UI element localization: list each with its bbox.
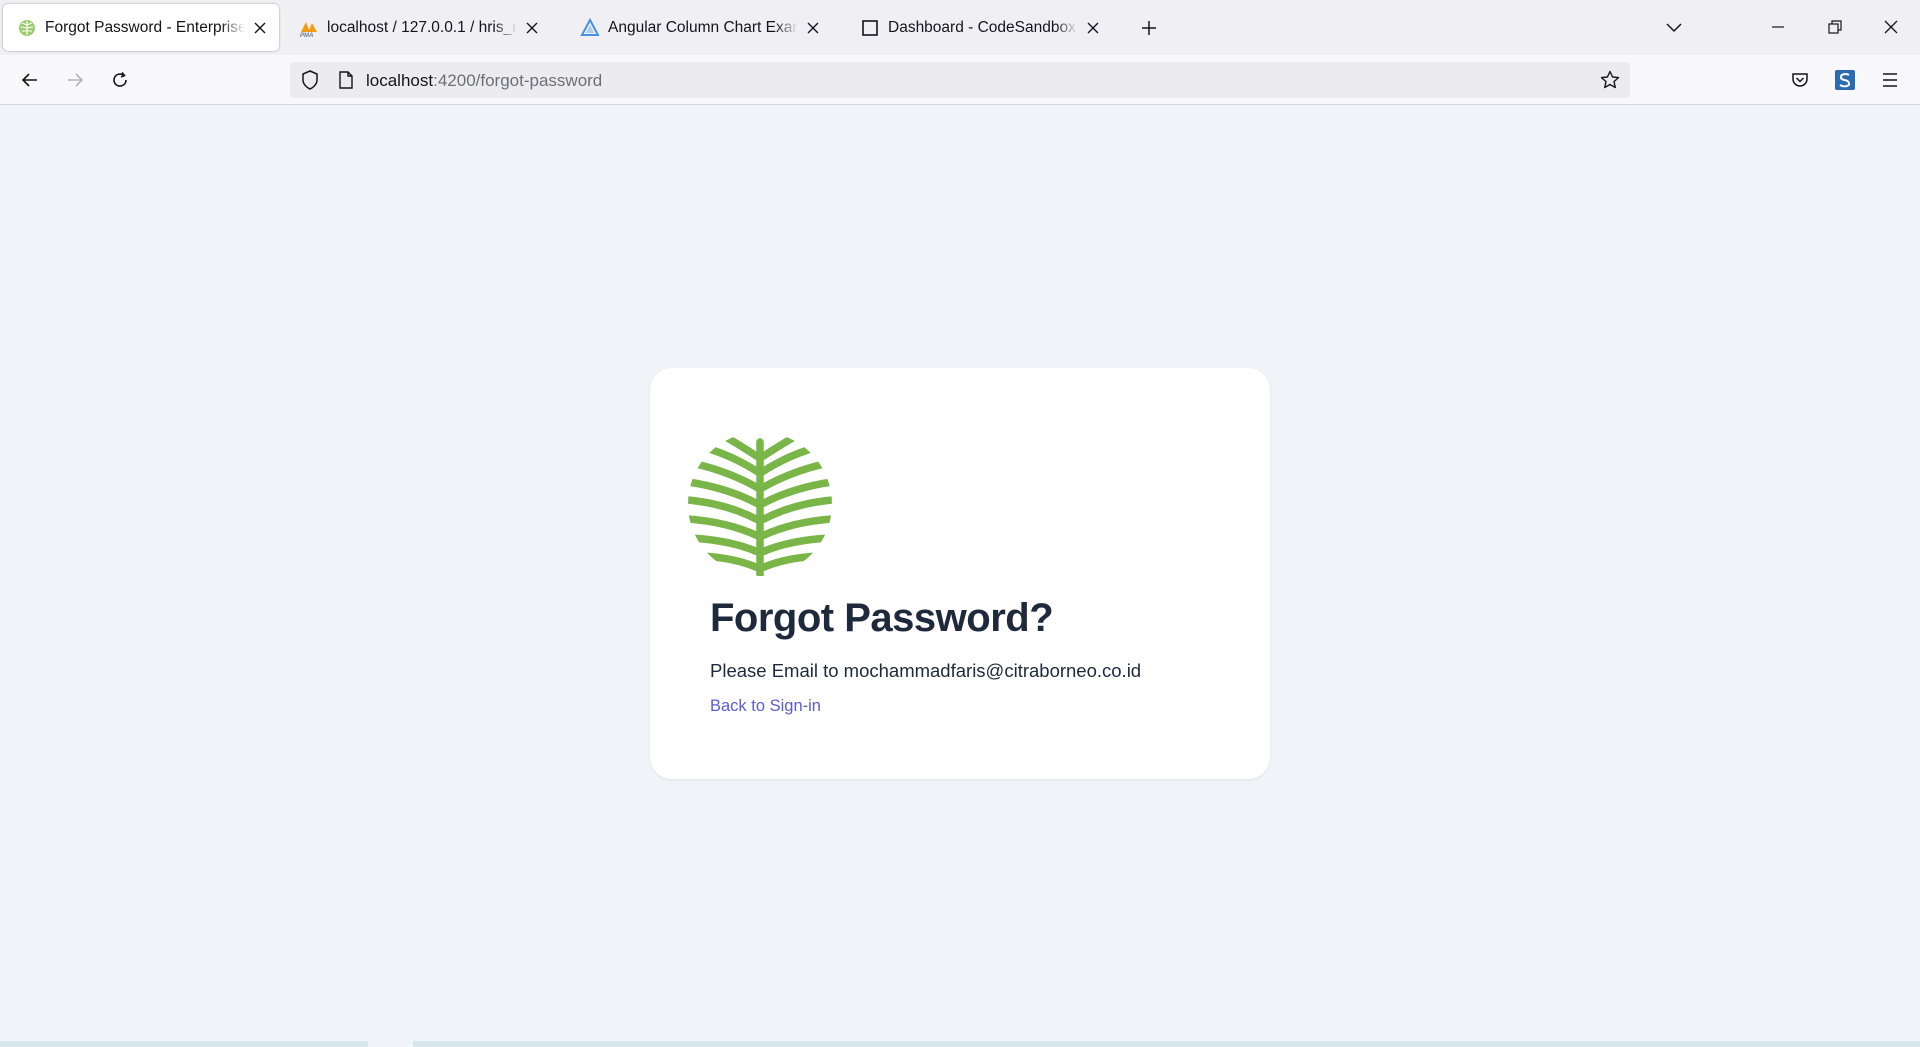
url-text[interactable]: localhost:4200/forgot-password	[366, 71, 602, 91]
tab-title: Forgot Password - Enterprise HR	[45, 18, 245, 36]
list-all-tabs-button[interactable]	[1658, 12, 1690, 44]
back-to-sign-in-link[interactable]: Back to Sign-in	[710, 697, 821, 716]
reload-button[interactable]	[104, 64, 136, 96]
tab-angular-chart[interactable]: Angular Column Chart Example	[566, 4, 832, 51]
tab-title: Angular Column Chart Example	[608, 18, 798, 36]
tab-phpmyadmin[interactable]: PMA localhost / 127.0.0.1 / hris_rekutme…	[285, 4, 551, 51]
close-tab-icon[interactable]	[251, 19, 269, 37]
tab-title: localhost / 127.0.0.1 / hris_rekutmen	[327, 18, 517, 36]
close-tab-icon[interactable]	[804, 19, 822, 37]
instruction-message: Please Email to mochammadfaris@citraborn…	[710, 660, 1142, 681]
close-tab-icon[interactable]	[1084, 19, 1102, 37]
tracking-protection-shield-icon[interactable]	[298, 68, 322, 92]
tab-title: Dashboard - CodeSandbox	[888, 18, 1076, 36]
hamburger-menu-icon	[1883, 73, 1897, 87]
forgot-password-card: Forgot Password? Please Email to mochamm…	[650, 368, 1270, 779]
minimize-icon	[1772, 26, 1784, 28]
url-path: :4200/forgot-password	[433, 71, 603, 90]
restore-button[interactable]	[1812, 6, 1858, 48]
pocket-icon	[1792, 73, 1808, 87]
app-menu-button[interactable]	[1874, 64, 1906, 96]
angular-icon	[580, 17, 600, 38]
minimize-button[interactable]	[1755, 6, 1801, 48]
page-title: Forgot Password?	[710, 596, 1054, 640]
new-tab-button[interactable]	[1133, 12, 1165, 44]
arrow-right-icon	[68, 73, 84, 87]
svg-text:PMA: PMA	[300, 33, 313, 38]
navigation-toolbar: localhost:4200/forgot-password	[0, 55, 1920, 105]
tab-forgot-password[interactable]: Forgot Password - Enterprise HR	[3, 4, 279, 51]
arrow-left-icon	[21, 73, 37, 87]
reload-icon	[113, 71, 127, 87]
url-host: localhost	[366, 71, 434, 90]
tab-codesandbox[interactable]: Dashboard - CodeSandbox	[846, 4, 1112, 51]
plus-icon	[1142, 21, 1156, 35]
bottom-strip-gap	[368, 1041, 413, 1047]
company-leaf-logo	[688, 432, 832, 576]
extension-button[interactable]	[1829, 64, 1861, 96]
chevron-down-icon	[1666, 23, 1682, 33]
close-tab-icon[interactable]	[523, 19, 541, 37]
close-window-button[interactable]	[1868, 6, 1914, 48]
bookmark-star-icon[interactable]	[1598, 68, 1622, 92]
tab-strip: Forgot Password - Enterprise HR PMA loca…	[0, 0, 1920, 55]
back-button[interactable]	[14, 64, 46, 96]
leaf-icon	[17, 18, 37, 38]
page-info-icon[interactable]	[334, 68, 358, 92]
restore-icon	[1828, 20, 1842, 34]
close-icon	[1884, 20, 1898, 34]
phpmyadmin-icon: PMA	[299, 18, 319, 38]
forward-button[interactable]	[59, 64, 91, 96]
pocket-button[interactable]	[1784, 64, 1816, 96]
codesandbox-icon	[860, 18, 880, 38]
bottom-status-strip	[0, 1041, 1920, 1047]
extension-icon	[1835, 70, 1855, 90]
address-bar[interactable]: localhost:4200/forgot-password	[290, 62, 1630, 98]
